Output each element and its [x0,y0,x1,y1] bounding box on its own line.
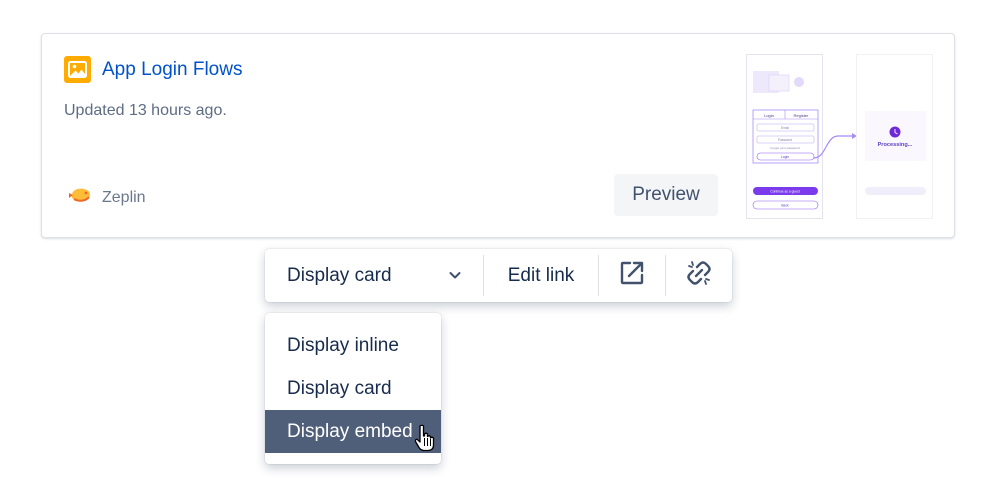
flow-connector-arrow [813,133,857,159]
image-icon [64,56,91,83]
external-link-icon [619,260,645,291]
zeplin-logo-icon [66,184,94,211]
open-link-button[interactable] [599,249,665,302]
thumb-password: Password [778,138,792,142]
display-mode-select[interactable]: Display card [287,249,462,302]
unlink-button[interactable] [666,249,732,302]
card-title-link[interactable]: App Login Flows [102,59,242,81]
edit-link-button[interactable]: Edit link [484,249,598,302]
thumb-guest-button: Continue as a guest [770,190,799,194]
card-updated-text: Updated 13 hours ago. [64,102,227,119]
unlink-icon [686,260,712,291]
preview-button[interactable]: Preview [614,174,718,216]
thumb-back-button: Back [781,204,789,208]
thumb-tab-login: Login [764,113,774,118]
preview-thumbnail-processing: Processing... [856,54,933,219]
thumb-email: Email [781,126,789,130]
card-title-row: App Login Flows [64,56,242,83]
edit-link-label: Edit link [507,264,575,286]
link-card[interactable]: App Login Flows Updated 13 hours ago. Ze… [41,33,955,238]
option-display-inline[interactable]: Display inline [265,324,441,367]
link-toolbar: Display card Edit link [265,249,732,302]
thumb-processing: Processing... [878,142,913,148]
provider-name: Zeplin [102,188,146,206]
display-mode-select-label: Display card [287,264,392,286]
thumb-tab-register: Register [794,113,810,118]
option-display-card[interactable]: Display card [265,367,441,410]
chevron-down-icon [448,268,462,287]
thumb-forgot: Forgot your password [770,146,799,150]
thumb-login-button: Login [781,155,789,159]
hand-pointer-cursor [414,424,436,457]
card-provider: Zeplin [66,184,146,211]
